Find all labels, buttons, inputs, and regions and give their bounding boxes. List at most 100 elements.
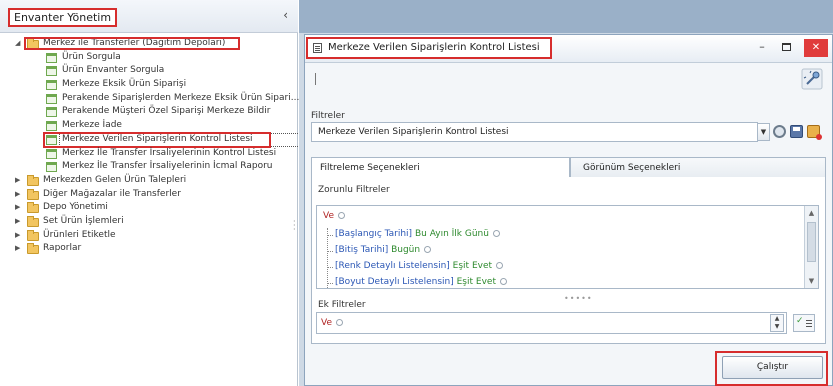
tree-item-raporlar[interactable]: ▶ Raporlar — [14, 242, 298, 256]
magic-wand-icon[interactable] — [801, 68, 823, 90]
nav-title: Envanter Yönetim — [8, 8, 118, 27]
condition-field[interactable]: [Bitiş Tarihi] — [335, 245, 388, 255]
required-filters-box: Ve [Başlangıç Tarihi] Bu Ayın İlk Günü [… — [316, 205, 819, 289]
tree-item-label: Set Ürün İşlemleri — [43, 215, 124, 226]
condition-field[interactable]: [Boyut Detaylı Listelensin] — [335, 277, 454, 287]
folder-icon — [27, 215, 39, 227]
tree-item-merkeze-iade[interactable]: Merkeze İade — [14, 119, 298, 133]
resize-grip[interactable]: ••••• — [564, 294, 593, 303]
add-condition-icon[interactable] — [338, 212, 345, 219]
tab-bar: Filtreleme Seçenekleri Görünüm Seçenekle… — [311, 157, 826, 178]
condition-field[interactable]: [Renk Detaylı Listelensin] — [335, 261, 450, 271]
remove-condition-icon[interactable] — [499, 278, 507, 285]
tree-item-label: Ürün Sorgula — [62, 51, 121, 62]
condition-operator[interactable]: Bu Ayın İlk Günü — [415, 229, 489, 239]
tree-item-musteri-ozel-siparisi[interactable]: Perakende Müşteri Özel Siparişi Merkeze … — [14, 105, 298, 119]
condition-field[interactable]: [Başlangıç Tarihi] — [335, 229, 412, 239]
tree-item-depo-yonetimi[interactable]: ▶ Depo Yönetimi — [14, 201, 298, 215]
run-button[interactable]: Çalıştır — [722, 356, 823, 379]
tree-item-merkezden-gelen[interactable]: ▶ Merkezden Gelen Ürün Talepleri — [14, 174, 298, 188]
expand-arrow-icon[interactable]: ▶ — [15, 174, 23, 188]
tree-item-label: Raporlar — [43, 243, 82, 254]
tab-gorunum[interactable]: Görünüm Seçenekleri — [570, 157, 826, 177]
report-icon — [46, 148, 57, 159]
expand-arrow-icon[interactable]: ▶ — [15, 188, 23, 202]
condition-row[interactable]: [Başlangıç Tarihi] Bu Ayın İlk Günü — [335, 229, 500, 239]
tree-item-label: Perakende Siparişlerden Merkeze Eksik Ür… — [62, 92, 300, 103]
condition-row[interactable]: [Boyut Detaylı Listelensin] Eşit Evet — [335, 277, 507, 287]
splitter-grip[interactable]: · · · — [293, 218, 296, 234]
remove-condition-icon[interactable] — [424, 246, 432, 253]
condition-operator[interactable]: Eşit — [457, 277, 473, 287]
tab-filtreleme[interactable]: Filtreleme Seçenekleri — [311, 157, 570, 178]
tree-item-label: Ürünleri Etiketle — [43, 229, 116, 240]
tree-item-label: Perakende Müşteri Özel Siparişi Merkeze … — [62, 106, 271, 117]
tree-item-diger-magazalar[interactable]: ▶ Diğer Mağazalar ile Transferler — [14, 188, 298, 202]
condition-value[interactable]: Evet — [476, 277, 496, 287]
close-button[interactable]: ✕ — [804, 39, 828, 57]
tree-item-eksik-urun-siparisi[interactable]: Merkeze Eksik Ürün Siparişi — [14, 78, 298, 92]
document-icon — [313, 43, 322, 53]
dialog-title-text: Merkeze Verilen Siparişlerin Kontrol Lis… — [328, 42, 540, 53]
tree-item-etiketle[interactable]: ▶ Ürünleri Etiketle — [14, 229, 298, 243]
expand-arrow-icon[interactable]: ▶ — [15, 229, 23, 243]
tree-branch — [327, 283, 333, 284]
tree-item-perakende-siparisler[interactable]: Perakende Siparişlerden Merkeze Eksik Ür… — [14, 92, 300, 106]
workspace-header — [299, 0, 833, 33]
tree-item-label: Merkez İle Transfer İrsaliyelerinin İcma… — [62, 161, 273, 172]
folder-icon — [27, 174, 39, 186]
tree-branch — [327, 267, 333, 268]
tree-branch — [327, 251, 333, 252]
tree-item-set-urun[interactable]: ▶ Set Ürün İşlemleri — [14, 215, 298, 229]
tree-item-urun-envanter-sorgula[interactable]: Ürün Envanter Sorgula — [14, 64, 298, 78]
scroll-up-icon[interactable]: ▲ — [805, 206, 818, 220]
add-condition-icon[interactable] — [336, 319, 343, 326]
remove-condition-icon[interactable] — [492, 230, 500, 237]
filter-panel: Zorunlu Filtreler Ve [Başlangıç Tarihi] … — [311, 177, 826, 344]
gear-icon[interactable] — [773, 125, 786, 138]
text-caret — [315, 73, 316, 85]
report-icon — [46, 162, 57, 173]
tree-item-urun-sorgula[interactable]: Ürün Sorgula — [14, 51, 298, 65]
tree-item-kontrol-listesi[interactable]: Merkeze Verilen Siparişlerin Kontrol Lis… — [14, 131, 304, 148]
chevron-down-icon[interactable]: ▼ — [757, 123, 770, 141]
condition-row[interactable]: [Bitiş Tarihi] Bugün — [335, 245, 432, 255]
report-dialog: Merkeze Verilen Siparişlerin Kontrol Lis… — [304, 34, 833, 386]
scroll-thumb[interactable] — [807, 222, 816, 262]
maximize-button[interactable] — [782, 43, 791, 51]
tree-item-merkez-ile-transferler[interactable]: ◢ Merkez ile Transferler (Dağıtım Depola… — [14, 37, 298, 51]
expand-arrow-icon[interactable]: ▶ — [15, 215, 23, 229]
extra-filters-box[interactable]: Ve — [316, 312, 787, 334]
tree-item-irsaliye-kontrol[interactable]: Merkez İle Transfer İrsaliyelerinin Kont… — [14, 147, 298, 161]
chevron-left-icon[interactable]: ‹ — [283, 8, 288, 22]
nav-tree: ◢ Merkez ile Transferler (Dağıtım Depola… — [14, 37, 304, 256]
form-icon — [46, 52, 57, 63]
vertical-scrollbar[interactable]: ▲ ▼ — [804, 206, 818, 288]
scroll-down-icon[interactable]: ▼ — [805, 274, 818, 288]
condition-row[interactable]: [Renk Detaylı Listelensin] Eşit Evet — [335, 261, 504, 271]
filter-select[interactable]: Merkeze Verilen Siparişlerin Kontrol Lis… — [311, 122, 758, 142]
condition-value[interactable]: Evet — [472, 261, 492, 271]
spin-button[interactable]: ▲ ▼ — [770, 314, 784, 332]
tree-item-label: Merkeze Eksik Ürün Siparişi — [62, 79, 187, 90]
form-icon — [46, 107, 57, 118]
tree-item-label: Ürün Envanter Sorgula — [62, 65, 165, 76]
filter-delete-icon[interactable] — [807, 125, 822, 140]
expand-arrow-icon[interactable]: ▶ — [15, 201, 23, 215]
condition-operator[interactable]: Bugün — [391, 245, 420, 255]
minimize-button[interactable]: – — [755, 41, 769, 55]
root-operator[interactable]: Ve — [323, 211, 345, 221]
tree-item-irsaliye-icmal[interactable]: Merkez İle Transfer İrsaliyelerinin İcma… — [14, 160, 298, 174]
extra-root-operator[interactable]: Ve — [321, 318, 343, 328]
tree-item-label: Merkezden Gelen Ürün Talepleri — [43, 174, 187, 185]
tree-line — [327, 228, 328, 288]
condition-operator[interactable]: Eşit — [453, 261, 469, 271]
operator-text: Ve — [321, 318, 332, 328]
remove-condition-icon[interactable] — [496, 262, 504, 269]
save-icon[interactable] — [790, 125, 803, 138]
expand-arrow-icon[interactable]: ◢ — [15, 37, 23, 51]
expand-arrow-icon[interactable]: ▶ — [15, 242, 23, 256]
dialog-titlebar[interactable]: Merkeze Verilen Siparişlerin Kontrol Lis… — [305, 35, 832, 63]
edit-filter-icon[interactable] — [793, 314, 815, 332]
tree-item-label: Merkez İle Transfer İrsaliyelerinin Kont… — [62, 147, 277, 158]
